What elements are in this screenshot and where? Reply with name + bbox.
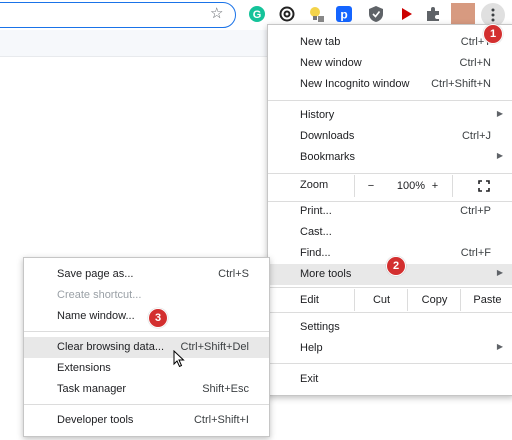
- menu-item-label: Exit: [300, 373, 319, 385]
- menu-item-label: Extensions: [57, 362, 111, 374]
- chrome-main-menu: New tab Ctrl+T New window Ctrl+N New Inc…: [267, 24, 512, 396]
- star-icon[interactable]: ☆: [210, 4, 223, 22]
- menu-item-help[interactable]: Help ▶: [268, 338, 512, 359]
- menu-divider: [24, 331, 269, 332]
- menu-divider: [268, 173, 512, 174]
- paste-text: Paste: [473, 294, 502, 306]
- menu-divider: [268, 100, 512, 101]
- menu-item-label: History: [300, 109, 335, 121]
- step-badge-3: 3: [148, 308, 168, 328]
- zoom-label: Zoom: [300, 179, 329, 191]
- submenu-item-create-shortcut: Create shortcut...: [24, 285, 269, 306]
- menu-item-label: Downloads: [300, 130, 355, 142]
- submenu-item-developer-tools[interactable]: Developer tools Ctrl+Shift+I: [24, 410, 269, 431]
- submenu-item-save-page[interactable]: Save page as... Ctrl+S: [24, 264, 269, 285]
- menu-divider: [24, 404, 269, 405]
- menu-item-bookmarks[interactable]: Bookmarks ▶: [268, 147, 512, 168]
- step-badge-1: 1: [483, 24, 503, 44]
- zoom-in-button[interactable]: +: [419, 175, 451, 197]
- menu-item-new-window[interactable]: New window Ctrl+N: [268, 53, 512, 74]
- extension-ring-icon[interactable]: [278, 5, 296, 23]
- submenu-arrow-icon: ▶: [496, 268, 503, 277]
- menu-item-new-incognito[interactable]: New Incognito window Ctrl+Shift+N: [268, 74, 512, 95]
- menu-item-label: Name window...: [57, 310, 135, 322]
- more-tools-submenu: Save page as... Ctrl+S Create shortcut..…: [23, 257, 270, 437]
- menu-item-label: Cast...: [300, 226, 332, 238]
- fullscreen-button[interactable]: [452, 175, 512, 197]
- menu-divider: [268, 363, 512, 364]
- menu-item-label: Task manager: [57, 383, 127, 395]
- submenu-item-task-manager[interactable]: Task manager Shift+Esc: [24, 379, 269, 400]
- shortcut-text: Ctrl+N: [459, 57, 491, 69]
- menu-divider: [268, 287, 512, 288]
- submenu-item-clear-browsing-data[interactable]: Clear browsing data... Ctrl+Shift+Del: [24, 337, 269, 358]
- shortcut-text: Ctrl+P: [460, 205, 491, 217]
- mouse-cursor-icon: [173, 349, 185, 371]
- shortcut-text: Ctrl+Shift+N: [431, 78, 491, 90]
- menu-item-print[interactable]: Print... Ctrl+P: [268, 201, 512, 222]
- submenu-item-name-window[interactable]: Name window...: [24, 306, 269, 327]
- shortcut-text: Shift+Esc: [202, 383, 249, 395]
- puzzle-icon[interactable]: [424, 5, 442, 23]
- paste-button[interactable]: Paste: [460, 289, 512, 311]
- menu-item-label: New window: [300, 57, 362, 69]
- zoom-row: Zoom − 100% +: [268, 175, 512, 197]
- menu-divider: [268, 312, 512, 313]
- zoom-plus-text: +: [431, 180, 439, 192]
- menu-item-label: Bookmarks: [300, 151, 356, 163]
- menu-item-label: Settings: [300, 321, 340, 333]
- menu-item-label: More tools: [300, 268, 352, 280]
- zoom-out-button[interactable]: −: [354, 175, 387, 197]
- svg-text:p: p: [340, 8, 347, 22]
- menu-item-new-tab[interactable]: New tab Ctrl+T: [268, 32, 512, 53]
- copy-text: Copy: [421, 294, 448, 306]
- edit-label: Edit: [300, 294, 319, 306]
- menu-item-label: New tab: [300, 36, 341, 48]
- pocket-p-icon[interactable]: p: [335, 5, 353, 23]
- menu-item-label: Save page as...: [57, 268, 134, 280]
- shield-icon[interactable]: [367, 5, 385, 23]
- edit-row: Edit Cut Copy Paste: [268, 289, 512, 311]
- cut-button[interactable]: Cut: [354, 289, 408, 311]
- menu-item-label: Developer tools: [57, 414, 134, 426]
- menu-item-cast[interactable]: Cast...: [268, 222, 512, 243]
- shortcut-text: Ctrl+S: [218, 268, 249, 280]
- submenu-item-extensions[interactable]: Extensions: [24, 358, 269, 379]
- svg-text:G: G: [253, 9, 262, 21]
- shortcut-text: Ctrl+Shift+I: [193, 414, 249, 426]
- address-bar[interactable]: [0, 2, 236, 28]
- menu-item-exit[interactable]: Exit: [268, 369, 512, 390]
- shortcut-text: Ctrl+J: [461, 130, 491, 142]
- zoom-minus-text: −: [367, 180, 375, 192]
- fullscreen-icon: [477, 180, 490, 192]
- submenu-arrow-icon: ▶: [496, 109, 503, 118]
- menu-item-settings[interactable]: Settings: [268, 317, 512, 338]
- menu-item-downloads[interactable]: Downloads Ctrl+J: [268, 126, 512, 147]
- submenu-arrow-icon: ▶: [496, 342, 503, 351]
- menu-item-history[interactable]: History ▶: [268, 105, 512, 126]
- submenu-arrow-icon: ▶: [496, 151, 503, 160]
- menu-item-label: Print...: [300, 205, 332, 217]
- shortcut-text: Ctrl+F: [460, 247, 491, 259]
- menu-item-label: Clear browsing data...: [57, 341, 164, 353]
- grammarly-icon[interactable]: G: [248, 5, 266, 23]
- lightbulb-icon[interactable]: [307, 5, 325, 23]
- menu-item-label: Create shortcut...: [57, 289, 142, 301]
- copy-button[interactable]: Copy: [407, 289, 461, 311]
- step-badge-2: 2: [386, 256, 406, 276]
- play-icon[interactable]: [397, 5, 415, 23]
- menu-item-label: Find...: [300, 247, 331, 259]
- cut-text: Cut: [372, 294, 391, 306]
- menu-item-label: Help: [300, 342, 323, 354]
- menu-item-label: New Incognito window: [300, 78, 410, 90]
- shortcut-text: Ctrl+Shift+Del: [180, 341, 249, 353]
